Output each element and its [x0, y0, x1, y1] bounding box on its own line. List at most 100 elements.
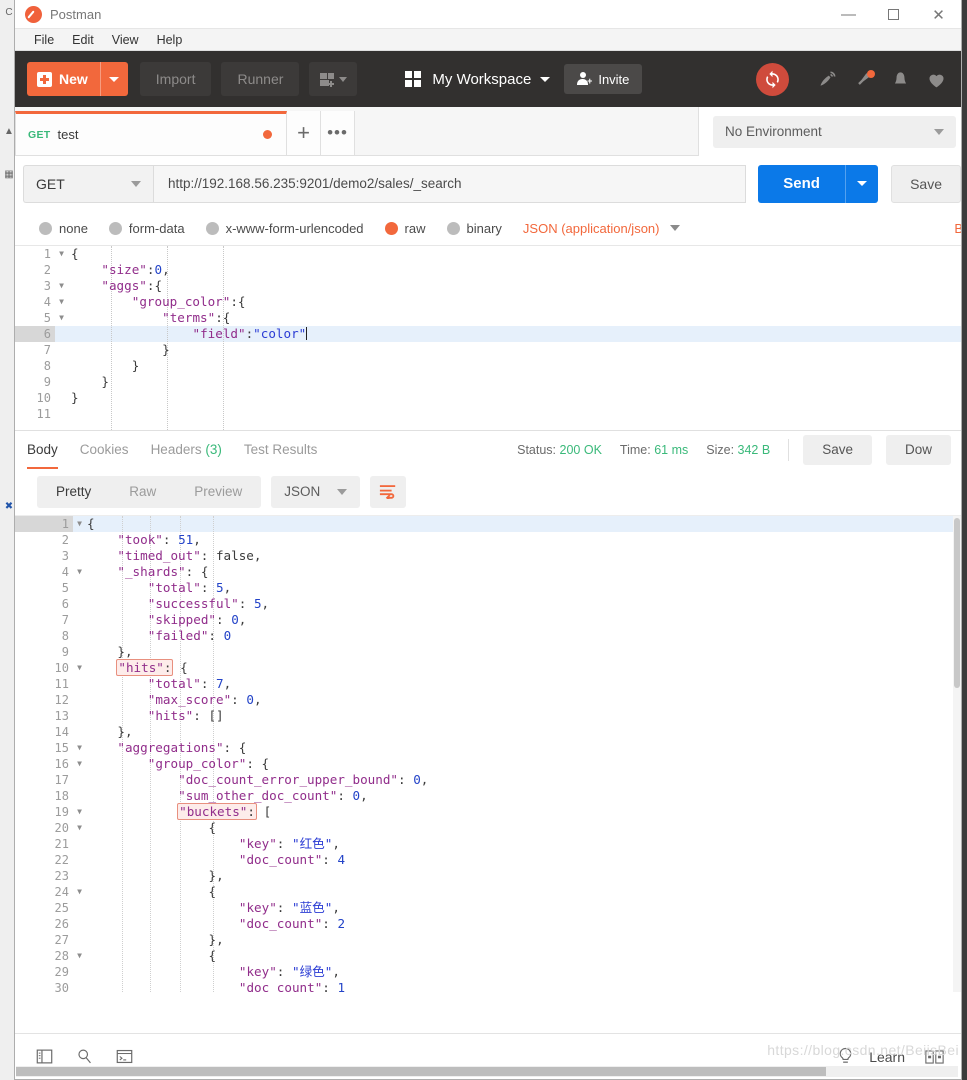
save-request-button[interactable]: Save: [891, 164, 961, 203]
line-number: 24 ▼: [54, 885, 82, 899]
headers-count: (3): [205, 441, 222, 457]
menu-item-help[interactable]: Help: [148, 29, 192, 51]
code-line: 6 "successful": 5,: [15, 596, 961, 612]
sync-icon: [766, 70, 779, 88]
code-line: 29 "key": "绿色",: [15, 964, 961, 980]
body-type-binary[interactable]: binary: [446, 221, 502, 236]
view-mode-raw[interactable]: Raw: [110, 476, 175, 508]
add-person-icon: +: [577, 72, 592, 86]
workspace-selector[interactable]: My Workspace: [405, 70, 551, 88]
code-line: 1 ▼ {: [15, 246, 961, 262]
code-line: 25 "key": "蓝色",: [15, 900, 961, 916]
line-number: 7: [61, 613, 69, 627]
chevron-down-icon: [670, 225, 681, 231]
satellite-button[interactable]: [813, 64, 843, 94]
code-text: "key": "绿色",: [238, 964, 340, 979]
new-tab-button[interactable]: +: [287, 111, 321, 155]
line-number: 28 ▼: [54, 949, 82, 963]
minimize-icon[interactable]: —: [826, 0, 871, 29]
line-number: 3 ▼: [43, 279, 64, 293]
line-number: 16 ▼: [54, 757, 82, 771]
view-mode-preview[interactable]: Preview: [175, 476, 261, 508]
tab-headers[interactable]: Headers (3): [151, 431, 222, 469]
tab-cookies[interactable]: Cookies: [80, 431, 129, 469]
runner-button[interactable]: Runner: [221, 62, 300, 96]
code-text: {: [71, 246, 79, 261]
code-text: }: [162, 342, 170, 357]
sync-button[interactable]: [756, 62, 789, 96]
line-number: 19 ▼: [54, 805, 82, 819]
code-text: },: [117, 644, 133, 659]
menu-bar: File Edit View Help: [15, 29, 961, 51]
line-number: 2: [61, 533, 69, 547]
code-line: 14 },: [15, 724, 961, 740]
word-wrap-button[interactable]: [370, 475, 407, 508]
new-button[interactable]: New: [27, 62, 128, 96]
code-text: },: [117, 724, 133, 739]
body-type-none[interactable]: none: [39, 221, 88, 236]
code-line: 9 }: [15, 374, 961, 390]
body-type-form-data[interactable]: form-data: [108, 221, 185, 236]
line-number: 11: [36, 407, 51, 421]
code-line: 22 "doc_count": 4: [15, 852, 961, 868]
response-meta: Status: 200 OK Time: 61 ms Size: 342 B S…: [499, 434, 951, 465]
save-response-button[interactable]: Save: [803, 434, 872, 465]
invite-label: Invite: [598, 71, 630, 87]
tab-label: Test Results: [243, 441, 318, 457]
body-type-raw[interactable]: raw: [384, 220, 426, 236]
code-line: 6 "field":"color": [15, 326, 961, 342]
scrollbar-thumb[interactable]: [954, 518, 960, 688]
environment-select[interactable]: No Environment: [713, 115, 956, 148]
code-line: 9 },: [15, 644, 961, 660]
response-body-editor[interactable]: 1 ▼{2 "took": 51, 3 "timed_out": false, 4 ▼ …: [15, 516, 961, 992]
grid-icon: [405, 70, 422, 88]
import-button[interactable]: Import: [139, 62, 212, 96]
new-window-button[interactable]: [309, 62, 358, 96]
code-text: "size":0,: [101, 262, 170, 277]
postman-window: Postman — ✕ File Edit View Help New Impo…: [14, 0, 962, 1080]
response-vertical-scrollbar[interactable]: [953, 516, 961, 992]
method-select[interactable]: GET: [23, 164, 153, 203]
body-type-urlencoded[interactable]: x-www-form-urlencoded: [205, 221, 364, 236]
new-button-caret[interactable]: [99, 62, 128, 96]
body-type-label: raw: [404, 220, 426, 236]
menu-item-file[interactable]: File: [25, 29, 63, 51]
line-number: 9: [61, 645, 69, 659]
invite-button[interactable]: + Invite: [564, 64, 643, 94]
request-body-editor[interactable]: 1 ▼{2 "size":0, 3 ▼ "aggs":{4 ▼ "group_color…: [15, 245, 961, 430]
scrollbar-thumb[interactable]: [16, 1067, 827, 1076]
line-number: 21: [54, 837, 69, 851]
response-language-select[interactable]: JSON: [271, 475, 361, 508]
download-response-button[interactable]: Dow: [885, 434, 951, 465]
tab-test-results[interactable]: Test Results: [244, 431, 318, 469]
maximize-icon[interactable]: [871, 0, 916, 29]
body-type-label: none: [59, 220, 88, 236]
tab-method: GET: [28, 128, 51, 141]
bell-button[interactable]: [885, 64, 915, 94]
new-button-main[interactable]: New: [27, 62, 100, 96]
notification-dot: [866, 69, 875, 78]
code-text: },: [208, 932, 224, 947]
code-line: 7 "skipped": 0,: [15, 612, 961, 628]
code-line: 12 "max_score": 0,: [15, 692, 961, 708]
page-horizontal-scrollbar[interactable]: [16, 1066, 958, 1077]
url-input[interactable]: http://192.168.56.235:9201/demo2/sales/_…: [153, 164, 747, 203]
menu-item-edit[interactable]: Edit: [63, 29, 103, 51]
content-type-select[interactable]: JSON (application/json): [523, 221, 681, 236]
send-button[interactable]: Send: [758, 164, 846, 203]
menu-item-view[interactable]: View: [103, 29, 148, 51]
tab-options-button[interactable]: •••: [321, 111, 355, 155]
close-icon[interactable]: ✕: [916, 0, 961, 29]
tab-body[interactable]: Body: [27, 431, 58, 469]
language-value: JSON: [284, 484, 321, 499]
method-value: GET: [36, 175, 65, 192]
megaphone-button[interactable]: [849, 64, 879, 94]
beautify-button[interactable]: B: [954, 221, 961, 236]
line-number: 4 ▼: [43, 295, 64, 309]
favorites-button[interactable]: [921, 64, 951, 94]
request-tab-test[interactable]: GET test: [15, 111, 287, 155]
tab-label: Body: [27, 441, 58, 457]
line-number: 20 ▼: [54, 821, 82, 835]
send-options-button[interactable]: [845, 164, 879, 203]
view-mode-pretty[interactable]: Pretty: [37, 476, 110, 508]
